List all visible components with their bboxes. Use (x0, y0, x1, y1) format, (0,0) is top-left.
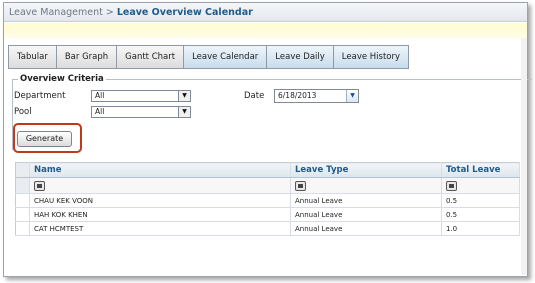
tab-leave-calendar[interactable]: Leave Calendar (183, 45, 268, 69)
cell-leave-type: Annual Leave (290, 221, 442, 236)
tab-label: Gantt Chart (125, 52, 176, 62)
app-window: Leave Management > Leave Overview Calendar… (3, 2, 532, 277)
cell-leave-type: Annual Leave (290, 207, 442, 222)
date-label: Date (244, 91, 265, 101)
table-row[interactable]: CAT HCMTEST Annual Leave 1.0 (15, 221, 520, 236)
department-label: Department (14, 91, 66, 101)
filter-row (15, 177, 520, 194)
row-indicator (15, 221, 30, 236)
cell-leave-type: Annual Leave (290, 193, 442, 208)
table-row[interactable]: CHAU KEK VOON Annual Leave 0.5 (15, 193, 520, 208)
date-picker[interactable]: 6/18/2013 ▼ (274, 89, 359, 103)
date-value: 6/18/2013 (278, 91, 317, 100)
chevron-down-icon[interactable]: ▼ (178, 91, 190, 101)
filter-cell (441, 177, 520, 194)
tab-label: Leave History (341, 52, 401, 62)
tab-leave-daily[interactable]: Leave Daily (266, 45, 334, 69)
tab-label: Leave Calendar (192, 52, 259, 62)
filter-icon[interactable] (446, 180, 457, 191)
tab-label: Bar Graph (64, 52, 109, 62)
table-header-row: Name Leave Type Total Leave (15, 162, 520, 178)
filter-cell (29, 177, 291, 194)
row-indicator (15, 207, 30, 222)
generate-button[interactable]: Generate (17, 131, 72, 147)
breadcrumb-parent[interactable]: Leave Management (9, 7, 103, 18)
table-row[interactable]: HAH KOK KHEN Annual Leave 0.5 (15, 207, 520, 222)
row-indicator-header (15, 162, 30, 178)
row-indicator (15, 193, 30, 208)
column-header-leave-type[interactable]: Leave Type (290, 162, 442, 178)
tab-tabular[interactable]: Tabular (8, 45, 57, 69)
department-value: All (95, 91, 105, 100)
filter-cell (290, 177, 442, 194)
chevron-down-icon[interactable]: ▼ (346, 90, 358, 102)
chevron-down-icon[interactable]: ▼ (178, 107, 190, 117)
pool-label: Pool (14, 107, 32, 117)
tab-label: Leave Daily (275, 52, 325, 62)
breadcrumb-separator: > (105, 7, 114, 18)
tab-bar-graph[interactable]: Bar Graph (55, 45, 118, 69)
filter-icon[interactable] (295, 180, 306, 191)
cell-name: HAH KOK KHEN (29, 207, 291, 222)
scrollbar[interactable] (521, 38, 527, 275)
page-title: Leave Overview Calendar (116, 7, 253, 18)
overview-criteria-panel: Overview Criteria (12, 74, 532, 150)
column-header-total-leave[interactable]: Total Leave (441, 162, 520, 178)
cell-total-leave: 1.0 (441, 221, 520, 236)
pool-value: All (95, 107, 105, 116)
filter-icon[interactable] (34, 180, 45, 191)
leave-overview-table: Name Leave Type Total Leave CHAU KEK VOO… (15, 162, 520, 236)
tab-leave-history[interactable]: Leave History (332, 45, 410, 69)
breadcrumb: Leave Management > Leave Overview Calendar (4, 3, 527, 22)
overview-criteria-title: Overview Criteria (18, 74, 106, 84)
cell-name: CAT HCMTEST (29, 221, 291, 236)
cell-total-leave: 0.5 (441, 193, 520, 208)
tab-gantt-chart[interactable]: Gantt Chart (116, 45, 185, 69)
tab-label: Tabular (17, 52, 48, 62)
row-indicator (15, 177, 30, 194)
notice-band (4, 23, 527, 38)
column-header-name[interactable]: Name (29, 162, 291, 178)
pool-select[interactable]: All ▼ (91, 106, 191, 118)
view-tabs: Tabular Bar Graph Gantt Chart Leave Cale… (8, 45, 410, 69)
department-select[interactable]: All ▼ (91, 90, 191, 102)
cell-name: CHAU KEK VOON (29, 193, 291, 208)
cell-total-leave: 0.5 (441, 207, 520, 222)
